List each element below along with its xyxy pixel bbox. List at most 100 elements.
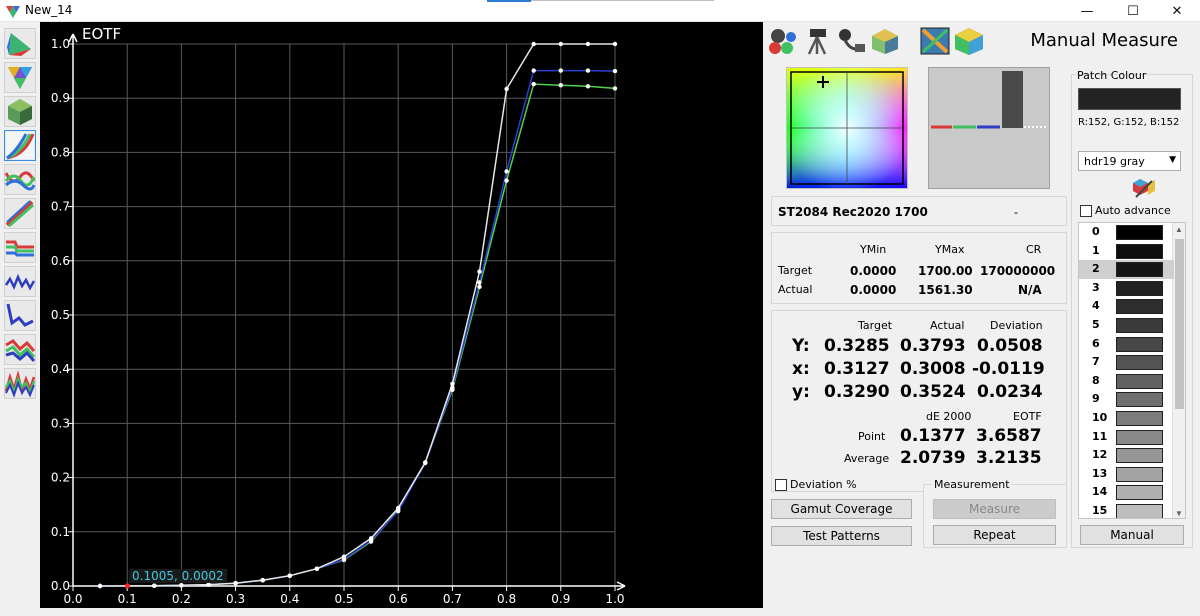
patch-number: 7 — [1092, 355, 1100, 369]
mode-row: ST2084 Rec2020 1700 - — [771, 196, 1067, 226]
color-cube-button[interactable] — [953, 26, 985, 56]
patch-list[interactable]: ▲ ▼ 0 1 2 3 4 5 6 7 8 9 10 11 12 13 14 15 — [1078, 222, 1186, 519]
luminance-ramp-tool[interactable] — [4, 198, 36, 229]
y-tick-label: 0.9 — [51, 91, 70, 105]
mode-value: - — [1014, 205, 1018, 219]
patch-row[interactable]: 3 — [1079, 279, 1174, 298]
de-graph-tool[interactable] — [4, 266, 36, 297]
app-icon — [6, 6, 20, 18]
y-tick-label: 0.0 — [51, 579, 70, 593]
data-point — [450, 385, 455, 390]
cie-target-view — [786, 67, 908, 189]
data-point — [287, 573, 292, 578]
data-point — [612, 68, 618, 74]
close-button[interactable]: ✕ — [1154, 0, 1200, 22]
data-point — [504, 178, 509, 183]
data-point — [152, 583, 157, 588]
patch-row[interactable]: 9 — [1079, 390, 1174, 409]
data-point — [179, 583, 184, 588]
patch-colour-swatch — [1078, 88, 1181, 110]
patch-edit-icon[interactable] — [1132, 177, 1156, 199]
data-point — [477, 269, 482, 274]
patch-swatch — [1116, 411, 1163, 426]
patch-row[interactable]: 12 — [1079, 446, 1174, 465]
patch-row[interactable]: 0 — [1079, 223, 1174, 242]
patch-sequence-select[interactable]: hdr19 gray ▼ — [1078, 151, 1181, 171]
measurement-table: Target Actual Deviation Y: 0.3285 0.3793… — [771, 310, 1067, 492]
patch-row[interactable]: 6 — [1079, 335, 1174, 354]
patch-number: 14 — [1092, 485, 1108, 499]
patch-row[interactable]: 10 — [1079, 409, 1174, 428]
de-graph-icon — [5, 273, 35, 291]
test-patterns-button[interactable]: Test Patterns — [771, 526, 912, 546]
actual-header: Actual — [930, 319, 965, 332]
panel-heading: Manual Measure — [1030, 30, 1178, 51]
measurement-group-label: Measurement — [932, 478, 1012, 491]
patch-colour-label: Patch Colour — [1077, 69, 1147, 82]
patch-row[interactable]: 2 — [1079, 260, 1174, 279]
patch-row[interactable]: 8 — [1079, 372, 1174, 391]
probe-button[interactable] — [835, 26, 867, 56]
patch-row[interactable]: 7 — [1079, 353, 1174, 372]
y-tick-label: 0.4 — [51, 362, 70, 376]
patch-row[interactable]: 11 — [1079, 428, 1174, 447]
rgb-balance-bars — [931, 71, 1047, 129]
3d-patch-button[interactable] — [869, 26, 901, 56]
3d-gamut-icon — [8, 99, 32, 125]
gamut-triangle-tool[interactable] — [4, 62, 36, 93]
data-point — [531, 81, 536, 87]
pattern-gen-button[interactable] — [919, 26, 951, 56]
x-target: 0.3127 — [824, 359, 890, 379]
target-cr: 170000000 — [980, 264, 1056, 278]
manual-button[interactable]: Manual — [1080, 525, 1184, 545]
x-tick-label: 0.8 — [497, 592, 516, 606]
rgb-balls-button[interactable] — [767, 26, 799, 56]
rgb-balance-tool[interactable] — [4, 164, 36, 195]
patch-row[interactable]: 14 — [1079, 483, 1174, 502]
data-point — [612, 86, 618, 91]
patch-number: 11 — [1092, 429, 1108, 443]
actual-cr: N/A — [1018, 283, 1042, 297]
scroll-up-icon[interactable]: ▲ — [1175, 225, 1183, 234]
data-point — [233, 581, 238, 586]
color-temperature-tool[interactable] — [4, 232, 36, 263]
repeat-button[interactable]: Repeat — [933, 525, 1056, 545]
point-row-label: Point — [858, 430, 886, 443]
cie-diagram-tool[interactable] — [4, 28, 36, 59]
Y-actual: 0.3793 — [900, 336, 966, 356]
patch-swatch — [1116, 466, 1163, 482]
measure-button[interactable]: Measure — [933, 499, 1056, 519]
deviation-percent-checkbox[interactable] — [775, 479, 787, 491]
patch-row[interactable]: 4 — [1079, 297, 1174, 316]
minimize-button[interactable]: — — [1064, 0, 1110, 22]
patch-row[interactable]: 15 — [1079, 502, 1174, 518]
patch-row[interactable]: 1 — [1079, 242, 1174, 261]
rgb-gamma-curves-tool[interactable] — [4, 130, 36, 161]
3d-gamut-tool[interactable] — [4, 96, 36, 127]
cr-header: CR — [1026, 243, 1042, 256]
scroll-down-icon[interactable]: ▼ — [1175, 509, 1183, 518]
data-point — [558, 83, 563, 88]
target-row-label: Target — [778, 264, 813, 277]
rgb-noise-tool[interactable] — [4, 368, 36, 399]
gamut-coverage-button[interactable]: Gamut Coverage — [771, 499, 912, 519]
ymax-header: YMax — [935, 243, 965, 256]
patch-row[interactable]: 13 — [1079, 465, 1174, 484]
rgb-levels-tool[interactable] — [4, 334, 36, 365]
scroll-thumb[interactable] — [1175, 239, 1184, 409]
patch-row[interactable]: 5 — [1079, 316, 1174, 335]
maximize-button[interactable]: ☐ — [1110, 0, 1156, 22]
patch-number: 12 — [1092, 448, 1108, 462]
data-point — [97, 583, 103, 589]
data-point — [558, 68, 563, 73]
de-trend-tool[interactable] — [4, 300, 36, 331]
x-tick-label: 0.9 — [551, 592, 570, 606]
patch-number: 15 — [1092, 504, 1108, 517]
target-ymax: 1700.00 — [918, 264, 973, 278]
eotf-chart[interactable]: 0.0 0.1 0.2 0.3 0.4 0.5 0.6 0.7 0.8 0.9 1.0 0.0 0.1 0… — [40, 22, 763, 608]
meter-tripod-button[interactable] — [801, 26, 833, 56]
patch-number: 6 — [1092, 336, 1100, 350]
auto-advance-checkbox[interactable] — [1080, 205, 1092, 217]
actual-ymax: 1561.30 — [918, 283, 973, 297]
data-point — [341, 554, 347, 559]
